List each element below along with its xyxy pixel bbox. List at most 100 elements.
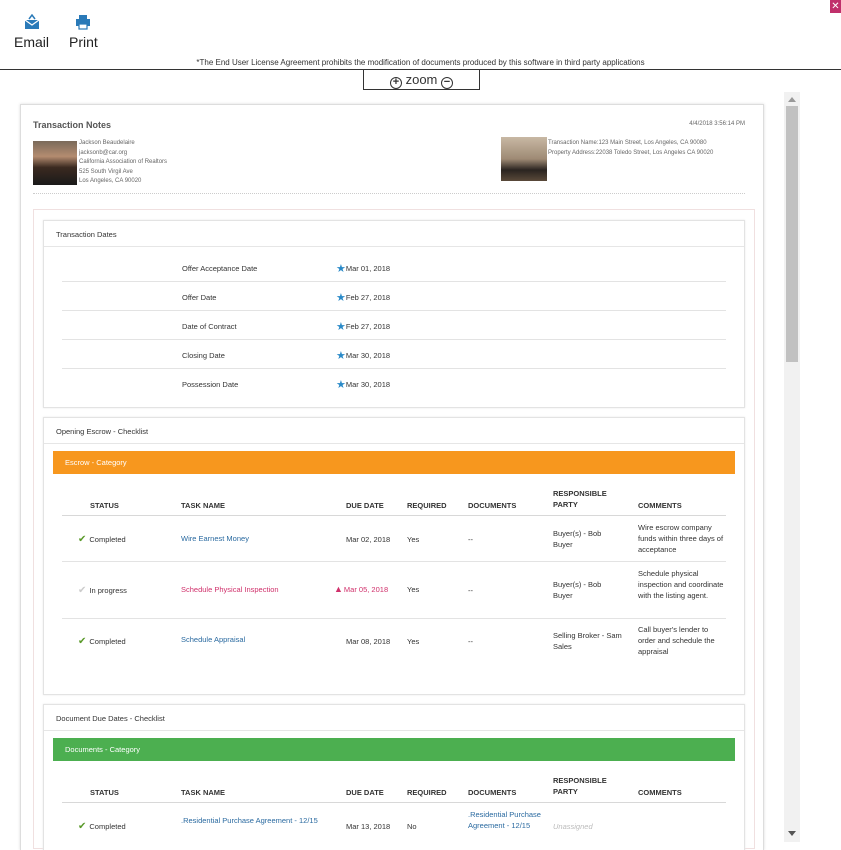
responsible-party: Unassigned <box>553 822 593 831</box>
col-party: RESPONSIBLE PARTY <box>553 489 607 509</box>
task-link[interactable]: .Residential Purchase Agreement - 12/15 <box>181 815 321 826</box>
status-text: Completed <box>89 535 126 544</box>
agent-name: Jackson Beaudelaire <box>79 140 135 146</box>
task-link[interactable]: Schedule Physical Inspection <box>181 584 331 595</box>
transaction-dates-panel: Transaction Dates Offer Acceptance Date … <box>43 220 745 408</box>
document-link[interactable]: .Residential Purchase Agreement - 12/15 <box>468 809 544 831</box>
scrollbar-thumb[interactable] <box>786 106 798 362</box>
task-link[interactable]: Schedule Appraisal <box>181 634 331 645</box>
star-icon: ★ <box>336 292 346 304</box>
due-text: Mar 05, 2018 <box>343 585 389 594</box>
panel-title: Document Due Dates - Checklist <box>56 714 165 723</box>
table-row: ✔ Completed Wire Earnest Money Mar 02, 20… <box>62 516 726 562</box>
panel-title: Transaction Dates <box>56 230 117 239</box>
property-info: Transaction Name:123 Main Street, Los An… <box>548 139 713 158</box>
close-icon[interactable]: ✕ <box>830 0 841 13</box>
scroll-up-icon[interactable] <box>788 97 796 102</box>
status-text: Completed <box>89 637 126 646</box>
col-status: STATUS <box>90 501 119 510</box>
col-task: TASK NAME <box>181 501 226 510</box>
status-cell: ✔ In progress <box>78 585 127 596</box>
col-due: DUE DATE <box>346 501 384 510</box>
date-text: Mar 30, 2018 <box>345 380 391 389</box>
document-page: Transaction Notes 4/4/2018 3:56:14 PM Ja… <box>20 104 764 850</box>
col-task: TASK NAME <box>181 788 226 797</box>
date-value: ★Mar 01, 2018 <box>336 262 390 275</box>
required-value: Yes <box>407 637 420 646</box>
due-date: ▲Mar 05, 2018 <box>334 584 388 595</box>
scroll-down-icon[interactable] <box>788 831 796 836</box>
table-row: ✔ Completed Schedule Appraisal Mar 08, 20… <box>62 619 726 667</box>
date-row: Offer Date ★Feb 27, 2018 <box>62 282 726 311</box>
date-value: ★Mar 30, 2018 <box>336 349 390 362</box>
table-row: ✔ In progress Schedule Physical Inspectio… <box>62 562 726 619</box>
header-divider <box>33 193 745 194</box>
col-status: STATUS <box>90 788 119 797</box>
due-date: Mar 02, 2018 <box>346 535 391 544</box>
agent-org: California Association of Realtors <box>79 159 168 165</box>
star-icon: ★ <box>336 263 346 275</box>
responsible-party: Buyer(s) - Bob Buyer <box>553 529 602 549</box>
col-due: DUE DATE <box>346 788 384 797</box>
status-cell: ✔ Completed <box>78 636 126 647</box>
date-label: Date of Contract <box>182 322 237 331</box>
print-button[interactable]: Print <box>69 14 98 50</box>
date-label: Offer Acceptance Date <box>182 264 258 273</box>
eula-notice: *The End User License Agreement prohibit… <box>196 58 645 67</box>
date-text: Feb 27, 2018 <box>345 322 391 331</box>
zoom-out-icon[interactable]: − <box>441 77 454 89</box>
date-label: Closing Date <box>182 351 225 360</box>
checkmark-icon: ✔ <box>78 534 87 545</box>
table-row: ✔ Completed .Residential Purchase Agreeme… <box>62 803 726 849</box>
checkmark-icon: ✔ <box>78 636 87 647</box>
status-text: In progress <box>89 586 127 595</box>
responsible-party: Selling Broker - Sam Sales <box>553 631 622 651</box>
date-text: Mar 30, 2018 <box>345 351 391 360</box>
date-row: Closing Date ★Mar 30, 2018 <box>62 340 726 369</box>
due-date: Mar 13, 2018 <box>346 822 391 831</box>
documents-value: -- <box>468 535 473 544</box>
agent-email: jacksonb@car.org <box>79 149 128 156</box>
transaction-name: Transaction Name:123 Main Street, Los An… <box>548 140 707 146</box>
col-required: REQUIRED <box>407 501 447 510</box>
zoom-control: + zoom − <box>363 70 480 90</box>
print-label: Print <box>69 34 98 50</box>
col-party: RESPONSIBLE PARTY <box>553 776 607 796</box>
email-label: Email <box>14 34 50 50</box>
panel-title: Opening Escrow - Checklist <box>56 427 149 436</box>
date-row: Offer Acceptance Date ★Mar 01, 2018 <box>62 253 726 282</box>
documents-value: -- <box>468 637 473 646</box>
email-button[interactable]: Email <box>14 14 49 50</box>
star-icon: ★ <box>336 350 346 362</box>
date-row: Date of Contract ★Feb 27, 2018 <box>62 311 726 340</box>
agent-info: Jackson Beaudelaire jacksonb@car.org Cal… <box>79 139 167 187</box>
date-value: ★Mar 30, 2018 <box>336 378 390 391</box>
required-value: Yes <box>407 535 420 544</box>
date-label: Possession Date <box>182 380 239 389</box>
documents-value: -- <box>468 586 473 595</box>
panel-divider <box>44 443 744 444</box>
email-icon <box>24 14 39 29</box>
col-documents: DOCUMENTS <box>468 501 517 510</box>
zoom-in-icon[interactable]: + <box>389 77 402 89</box>
task-link[interactable]: Wire Earnest Money <box>181 533 331 544</box>
date-row: Possession Date ★Mar 30, 2018 <box>62 369 726 398</box>
agent-avatar <box>33 141 77 185</box>
status-cell: ✔ Completed <box>78 534 126 545</box>
checkmark-icon: ✔ <box>78 585 87 596</box>
date-text: Mar 01, 2018 <box>345 264 391 273</box>
zoom-label: zoom <box>405 72 438 87</box>
panel-divider <box>44 730 744 731</box>
required-value: No <box>407 822 417 831</box>
comments-value: Wire escrow company funds within three d… <box>638 523 724 554</box>
vertical-scrollbar[interactable] <box>784 92 800 842</box>
date-label: Offer Date <box>182 293 217 302</box>
col-documents: DOCUMENTS <box>468 788 517 797</box>
comments-value: Call buyer's lender to order and schedul… <box>638 625 715 656</box>
date-text: Feb 27, 2018 <box>345 293 391 302</box>
escrow-checklist-panel: Opening Escrow - Checklist Escrow - Cate… <box>43 417 745 695</box>
property-photo <box>501 137 547 181</box>
col-comments: COMMENTS <box>638 788 682 797</box>
due-date: Mar 08, 2018 <box>346 637 391 646</box>
property-address: Property Address:22038 Toledo Street, Lo… <box>548 149 714 156</box>
